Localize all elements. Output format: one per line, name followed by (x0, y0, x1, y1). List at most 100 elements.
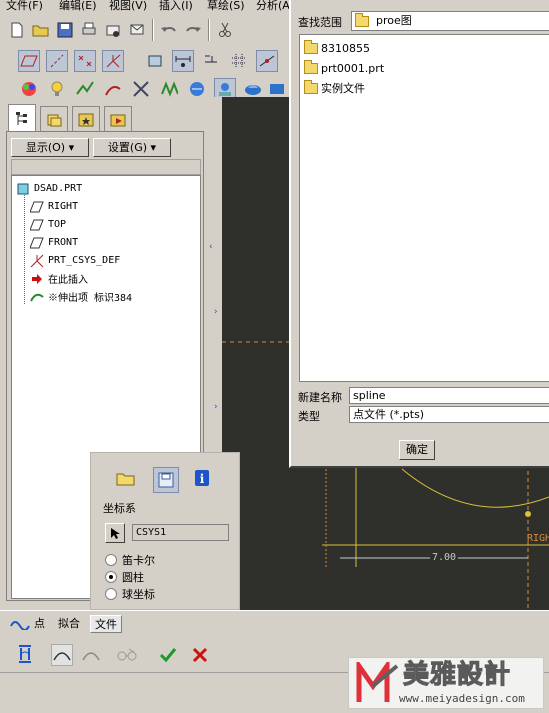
tree-item-top[interactable]: TOP (30, 216, 66, 233)
show-menu-button[interactable]: 显示(O) ▾ (11, 138, 89, 157)
radio-cartesian[interactable]: 笛卡尔 (105, 552, 155, 568)
new-file-icon[interactable] (6, 19, 28, 41)
tab-favorites[interactable] (72, 106, 100, 132)
expand-right-icon[interactable]: › (214, 307, 218, 317)
svg-text:i: i (200, 472, 205, 486)
sketch-tool-icon[interactable] (102, 78, 124, 100)
save-icon[interactable] (54, 19, 76, 41)
menu-file[interactable]: 文件(F) (6, 0, 43, 14)
file-type-dropdown[interactable]: 点文件 (*.pts) (349, 406, 549, 423)
tree-item-csys[interactable]: PRT_CSYS_DEF (30, 252, 120, 269)
radio-label: 圆柱 (122, 571, 144, 584)
select-csys-button[interactable] (105, 523, 125, 543)
print-icon[interactable] (78, 19, 100, 41)
radio-button (105, 554, 117, 566)
vertex-display-icon[interactable] (256, 50, 278, 72)
csys-collector[interactable]: CSYS1 (132, 524, 229, 541)
tab-web-browser[interactable] (104, 106, 132, 132)
radio-button (105, 588, 117, 600)
tree-item-label: FRONT (48, 237, 79, 248)
file-name: 实例文件 (321, 82, 365, 95)
ok-button[interactable]: 确定 (399, 440, 435, 460)
tree-item-part[interactable]: DSAD.PRT (16, 180, 82, 197)
cancel-x-icon[interactable] (189, 644, 211, 666)
toolbar-separator (208, 19, 210, 41)
file-list-item[interactable]: 8310855 (304, 39, 370, 57)
pause-feature-icon[interactable] (14, 643, 36, 665)
curve-through-points-icon[interactable] (51, 644, 73, 666)
tab-file[interactable]: 文件 (90, 615, 122, 633)
menu-view[interactable]: 视图(V) (109, 0, 147, 14)
csys-display-icon[interactable] (102, 50, 124, 72)
light-bulb-icon[interactable] (46, 78, 68, 100)
datum-plane-icon (30, 200, 44, 214)
pattern-icon[interactable] (158, 78, 180, 100)
datum-plane-icon (30, 218, 44, 232)
tree-item-label: RIGHT (48, 201, 79, 212)
radio-button-selected (105, 571, 117, 583)
model-display-icon[interactable] (74, 78, 96, 100)
redo-icon[interactable] (182, 19, 204, 41)
tree-item-right[interactable]: RIGHT (30, 198, 78, 215)
radio-spherical[interactable]: 球坐标 (105, 586, 155, 602)
undo-icon[interactable] (158, 19, 180, 41)
look-in-dropdown[interactable]: proe图 (351, 11, 549, 31)
toolbar-separator (152, 19, 154, 41)
dimension-display-icon[interactable] (172, 50, 194, 72)
tab-points[interactable]: 点 (10, 615, 45, 633)
mail-recipient-icon[interactable] (126, 19, 148, 41)
open-file-icon[interactable] (115, 467, 137, 489)
part-icon (16, 182, 30, 196)
tab-model-tree[interactable] (8, 104, 36, 132)
radio-label: 笛卡尔 (122, 554, 155, 567)
confirm-checkmark-icon[interactable] (157, 644, 179, 666)
file-list-item[interactable]: 实例文件 (304, 79, 365, 97)
file-name: 8310855 (321, 41, 370, 55)
grid-display-icon[interactable] (228, 50, 250, 72)
file-list-item[interactable]: prt0001.prt (304, 59, 384, 77)
repaint-icon[interactable] (144, 50, 166, 72)
look-in-value: proe图 (376, 14, 412, 27)
feature-tool-icon[interactable] (130, 78, 152, 100)
cut-icon[interactable] (214, 19, 236, 41)
color-appearance-icon[interactable] (18, 78, 40, 100)
file-list: 8310855 prt0001.prt 实例文件 (299, 34, 549, 382)
collapse-left-icon[interactable]: ‹ (209, 242, 213, 252)
tree-item-label: TOP (48, 219, 67, 230)
info-icon[interactable]: i (191, 467, 213, 489)
folder-icon (355, 12, 369, 27)
dimension-value[interactable]: 7.00 (430, 552, 459, 563)
tree-item-label: PRT_CSYS_DEF (48, 255, 121, 266)
open-folder-icon[interactable] (30, 19, 52, 41)
send-mail-icon[interactable] (102, 19, 124, 41)
standard-toolbar (0, 16, 290, 44)
menu-analysis[interactable]: 分析(A (256, 0, 290, 14)
brand-url: www.meiyadesign.com (399, 692, 525, 705)
menu-sketch[interactable]: 草绘(S) (207, 0, 245, 14)
radio-cylindrical[interactable]: 圆柱 (105, 569, 144, 585)
datum-plane-display-icon[interactable] (18, 50, 40, 72)
expand-right-icon[interactable]: › (214, 402, 218, 412)
tab-folder-browser[interactable] (40, 106, 68, 132)
constraint-display-icon[interactable] (200, 50, 222, 72)
new-name-input[interactable]: spline (349, 387, 549, 404)
datum-axis-display-icon[interactable] (46, 50, 68, 72)
curve-from-equation-icon[interactable] (80, 644, 102, 666)
folder-icon (304, 79, 318, 94)
file-name: prt0001.prt (321, 61, 385, 75)
datum-point-display-icon[interactable] (74, 50, 96, 72)
menu-edit[interactable]: 编辑(E) (59, 0, 97, 14)
menu-insert[interactable]: 插入(I) (159, 0, 193, 14)
preview-glasses-icon[interactable] (116, 644, 138, 666)
type-label: 类型 (298, 410, 320, 423)
save-file-icon[interactable] (153, 467, 179, 493)
brand-watermark: 美雅設計 www.meiyadesign.com (348, 657, 544, 709)
tree-item-label: ※伸出项 标识384 (48, 293, 133, 304)
tree-item-insert-here[interactable]: 在此插入 (30, 270, 88, 287)
settings-menu-button[interactable]: 设置(G) ▾ (93, 138, 171, 157)
tree-item-protrusion[interactable]: ※伸出项 标识384 (30, 288, 132, 305)
tab-fit[interactable]: 拟合 (58, 615, 80, 633)
tree-item-front[interactable]: FRONT (30, 234, 78, 251)
file-dialog: 查找范围 proe图 8310855 prt0001.prt 实例文件 新建名称… (289, 0, 549, 468)
tree-item-label: 在此插入 (48, 275, 88, 286)
